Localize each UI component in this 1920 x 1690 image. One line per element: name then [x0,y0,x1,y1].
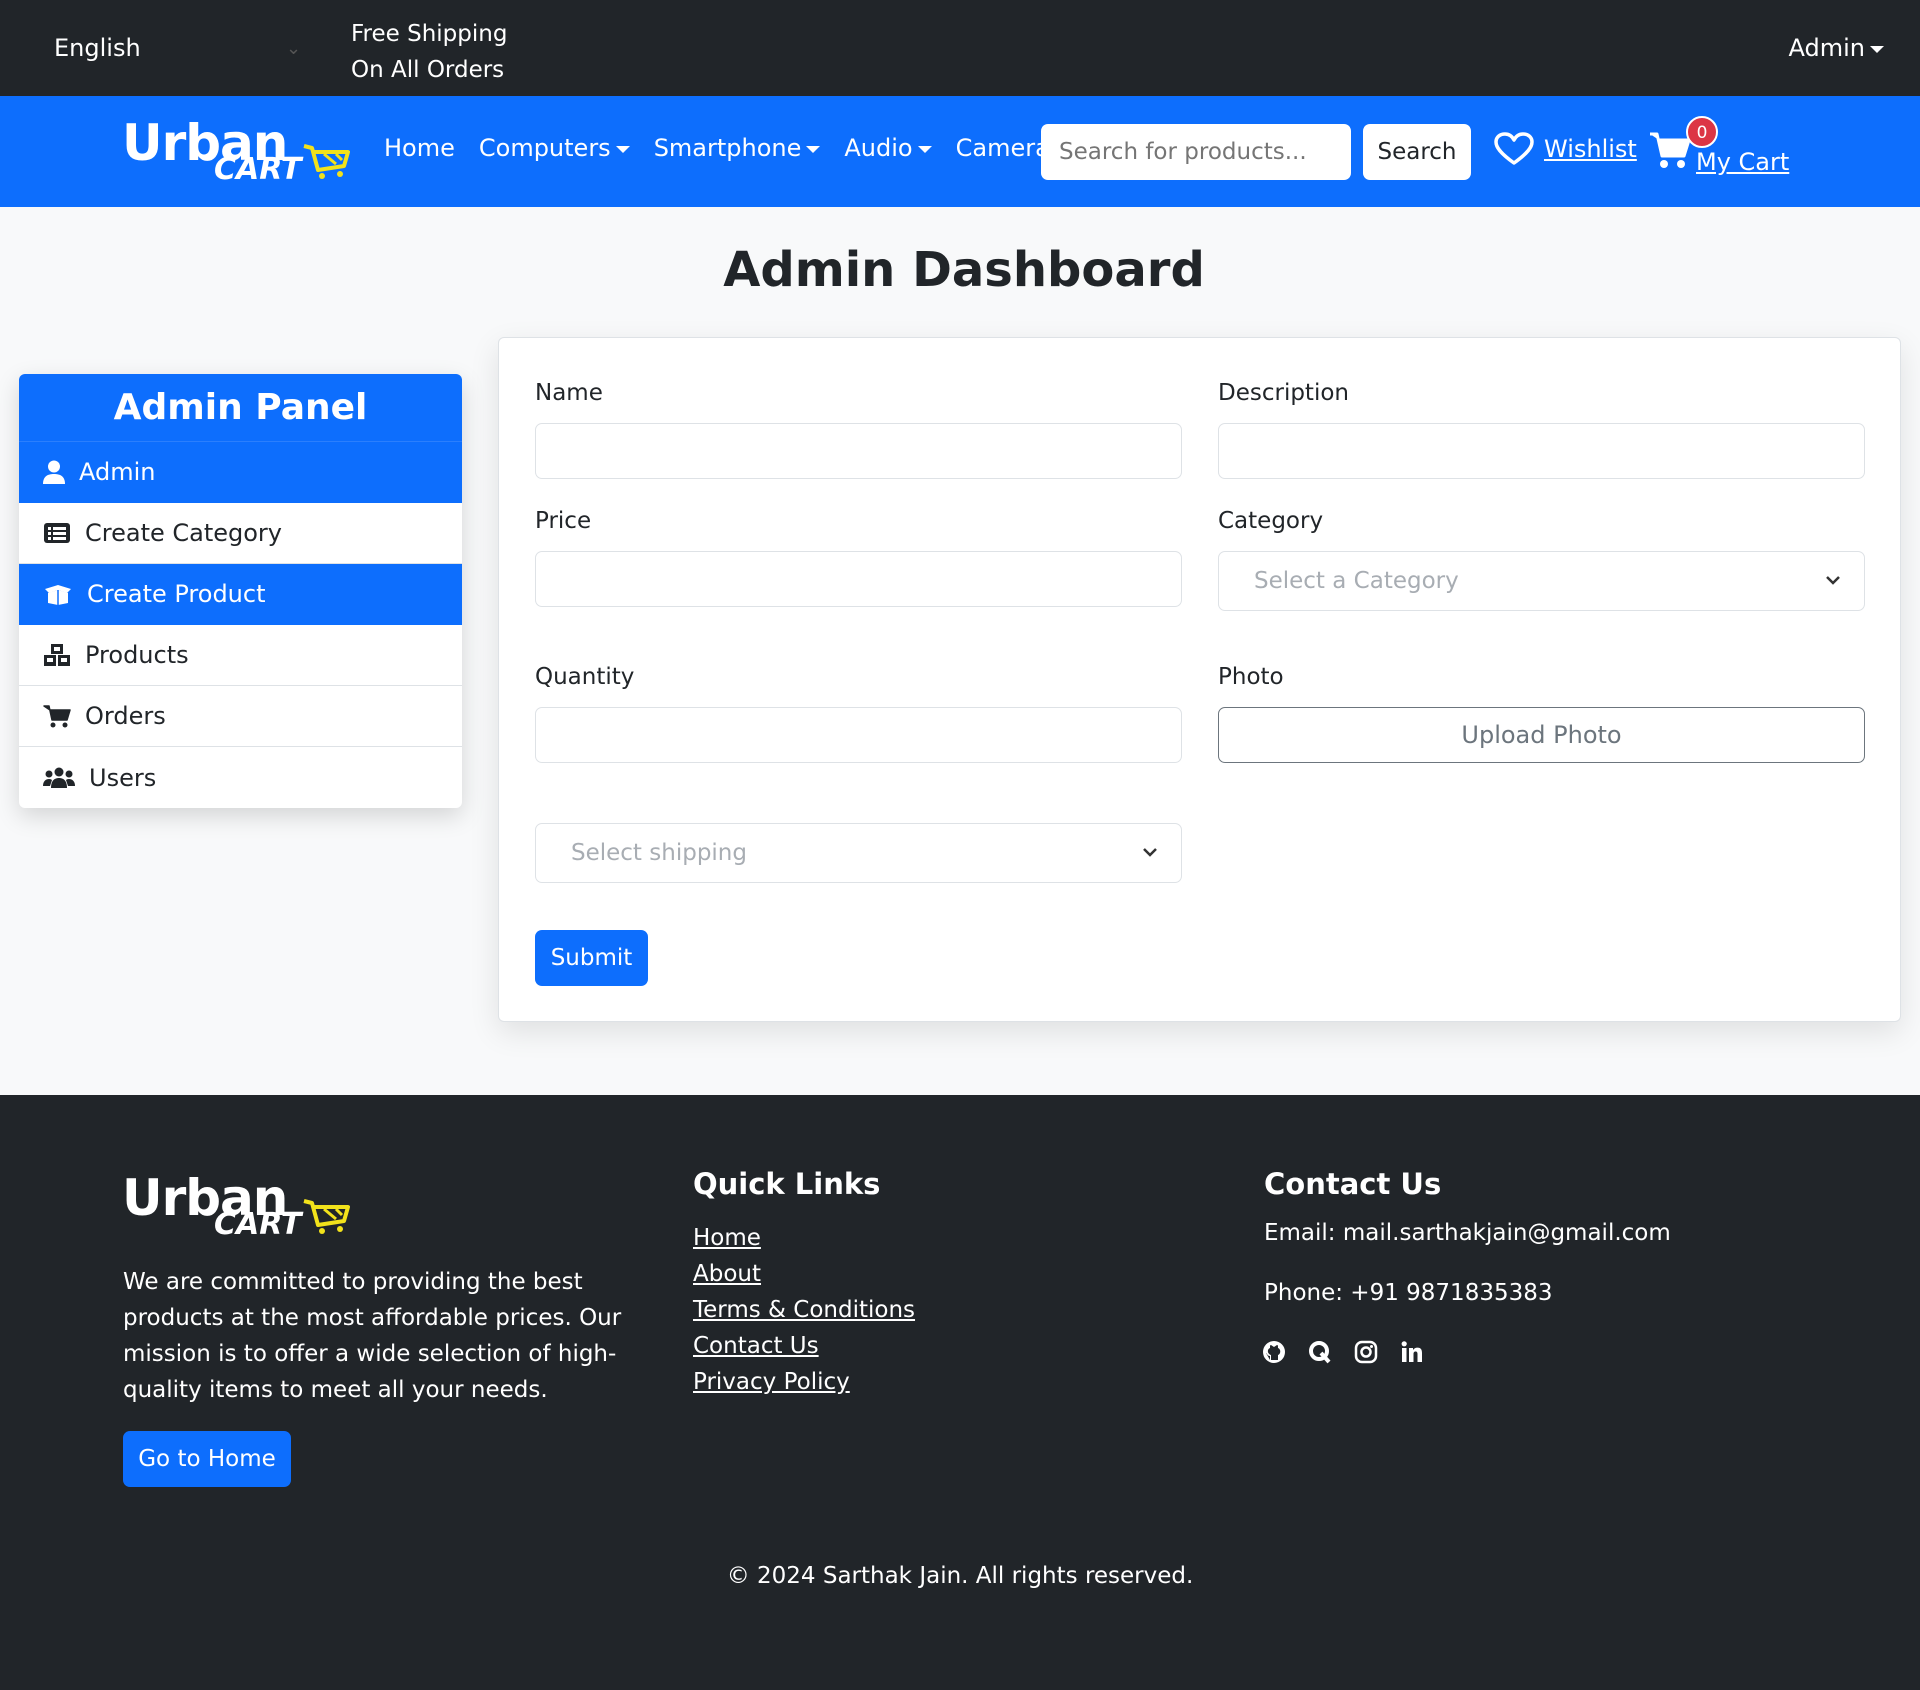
admin-panel: Admin Panel Admin Create Category Create… [19,374,462,808]
caret-down-icon [615,145,630,153]
contact-phone: Phone: +91 9871835383 [1264,1280,1553,1306]
cubes-icon [44,644,70,666]
go-to-home-button[interactable]: Go to Home [123,1431,291,1487]
panel-item-products[interactable]: Products [19,625,462,686]
shipping-select-value: Select shipping [571,840,747,866]
panel-item-create-category[interactable]: Create Category [19,503,462,564]
logo-cart-icon [303,1199,350,1234]
category-select-value: Select a Category [1254,568,1459,594]
nav-computers-label: Computers [478,134,611,162]
panel-item-create-product[interactable]: Create Product [19,564,462,625]
instagram-icon[interactable] [1354,1340,1378,1364]
quora-icon[interactable] [1308,1340,1332,1364]
cart-icon [1650,132,1691,168]
footer-link-about[interactable]: About [693,1256,915,1292]
users-icon [43,767,75,788]
panel-item-orders[interactable]: Orders [19,686,462,747]
box-open-icon [45,585,71,605]
name-label: Name [535,380,603,406]
name-field[interactable] [535,423,1182,479]
nav-smartphone-label: Smartphone [653,134,802,162]
footer-about-text: We are committed to providing the best p… [123,1269,622,1403]
promo-line-1: Free Shipping [351,21,508,47]
footer-logo[interactable]: Urban CART [122,1169,352,1243]
nav-computers[interactable]: Computers [479,134,630,162]
nav-home[interactable]: Home [384,134,455,162]
chevron-down-icon[interactable]: ⌄ [286,38,301,59]
panel-item-label: Users [89,763,157,792]
search-input[interactable] [1041,124,1351,180]
wishlist-label: Wishlist [1544,135,1637,163]
nav-audio[interactable]: Audio [844,134,932,162]
promo-line-2: On All Orders [351,57,505,83]
contact-title: Contact Us [1264,1167,1442,1201]
user-icon [43,460,65,484]
admin-panel-title: Admin Panel [19,374,462,442]
github-icon[interactable] [1262,1340,1286,1364]
cart-icon-wrap: 0 [1648,116,1718,176]
nav-audio-label: Audio [844,134,913,162]
page-title: Admin Dashboard [723,242,1205,298]
promo-text: Free Shipping On All Orders [351,16,507,88]
price-label: Price [535,508,592,534]
photo-label: Photo [1218,664,1284,690]
footer-link-home[interactable]: Home [693,1220,915,1256]
quantity-label: Quantity [535,664,635,690]
social-links [1262,1340,1424,1364]
contact-email: Email: mail.sarthakjain@gmail.com [1264,1220,1671,1246]
panel-item-label: Admin [79,458,156,486]
panel-item-label: Create Product [87,580,266,608]
list-icon [44,523,70,543]
footer-link-privacy[interactable]: Privacy Policy [693,1364,915,1400]
cart-label: My Cart [1696,148,1790,176]
panel-item-admin[interactable]: Admin [19,442,462,503]
linkedin-icon[interactable] [1400,1340,1424,1364]
category-label: Category [1218,508,1324,534]
admin-dropdown[interactable]: Admin [1788,34,1884,62]
top-bar: English ⌄ Free Shipping On All Orders Ad… [0,0,1920,96]
nav-smartphone[interactable]: Smartphone [654,134,821,162]
brand-logo-bottom: CART [214,152,302,187]
description-field[interactable] [1218,423,1865,479]
footer-link-contact[interactable]: Contact Us [693,1328,915,1364]
panel-item-users[interactable]: Users [19,747,462,808]
panel-item-label: Products [85,641,189,669]
nav-links: Home Computers Smartphone Audio Camera [384,134,1050,162]
quick-links-list: Home About Terms & Conditions Contact Us… [693,1220,915,1400]
caret-down-icon [1870,45,1884,53]
caret-down-icon [917,145,932,153]
shipping-select[interactable]: Select shipping [535,823,1182,883]
copyright: © 2024 Sarthak Jain. All rights reserved… [726,1563,1194,1589]
footer-link-terms[interactable]: Terms & Conditions [693,1292,915,1328]
description-label: Description [1218,380,1349,406]
cart-icon [43,705,71,728]
quantity-field[interactable] [535,707,1182,763]
logo-cart-icon [303,144,350,179]
language-select[interactable]: English [54,34,141,62]
admin-dropdown-label: Admin [1788,34,1866,62]
wishlist-link[interactable]: Wishlist [1494,132,1637,166]
submit-button[interactable]: Submit [535,930,648,986]
create-product-form: Name Description Price Category Select a… [498,337,1901,1022]
quick-links-title: Quick Links [693,1167,881,1201]
cart-count-badge: 0 [1686,116,1718,148]
main-navbar: Urban CART Home Computers Smartphone Aud… [0,96,1920,207]
heart-icon [1494,132,1534,165]
chevron-down-icon [1141,824,1159,906]
brand-logo[interactable]: Urban CART [122,114,352,188]
caret-down-icon [806,145,821,153]
nav-camera[interactable]: Camera [956,134,1050,162]
footer: Urban CART We are committed to providing… [0,1095,1920,1690]
footer-logo-bottom: CART [214,1207,302,1242]
chevron-down-icon [1824,552,1842,634]
panel-item-label: Orders [85,702,166,730]
panel-item-label: Create Category [85,519,283,547]
cart-link[interactable]: 0 My Cart [1648,116,1790,176]
category-select[interactable]: Select a Category [1218,551,1865,611]
search-button[interactable]: Search [1363,124,1471,180]
price-field[interactable] [535,551,1182,607]
upload-photo-button[interactable]: Upload Photo [1218,707,1865,763]
